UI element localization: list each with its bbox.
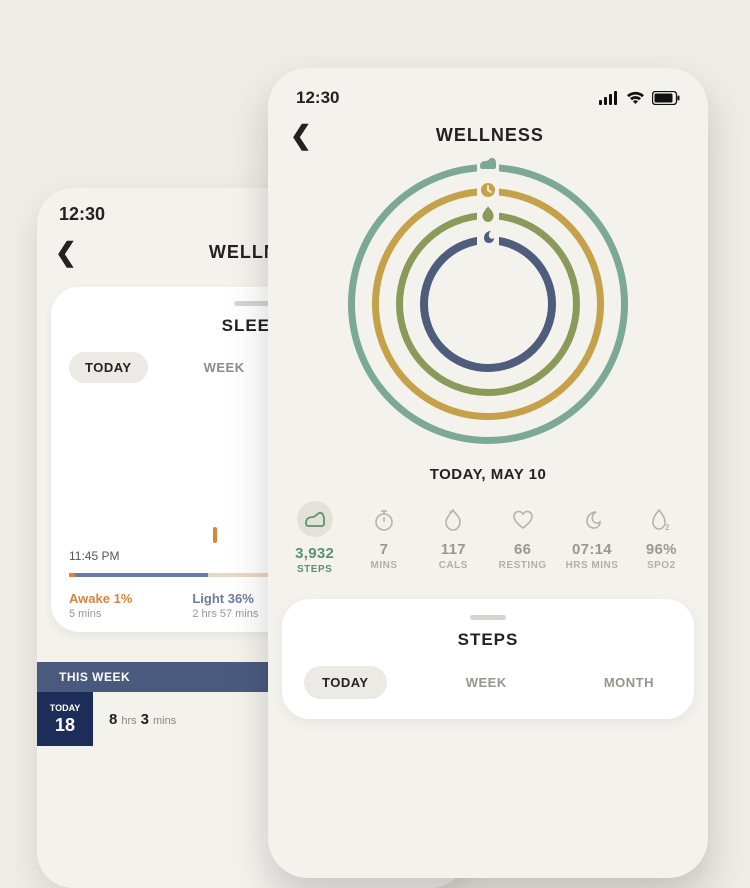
week-mins-unit: mins <box>149 715 180 727</box>
flame-icon <box>421 507 486 533</box>
legend-awake-duration: 5 mins <box>69 608 132 620</box>
heart-icon <box>490 507 555 533</box>
metrics-row: 3,932 STEPS 7 MINS 117 CALS 66 RESTING <box>268 483 708 585</box>
signal-icon <box>599 91 619 105</box>
metric-steps[interactable]: 3,932 STEPS <box>282 507 347 575</box>
metric-value: 66 <box>490 541 555 558</box>
shoe-icon <box>479 156 497 174</box>
tab-month[interactable]: MONTH <box>586 666 672 699</box>
drag-handle[interactable] <box>470 615 506 620</box>
back-button[interactable]: ❮ <box>290 122 312 148</box>
tab-today[interactable]: TODAY <box>304 666 387 699</box>
status-time: 12:30 <box>59 204 105 224</box>
metric-unit: SPO2 <box>629 560 694 571</box>
stopwatch-icon <box>351 507 416 533</box>
nav-bar: ❮ WELLNESS <box>268 116 708 158</box>
metric-spo2[interactable]: 2 96% SPO2 <box>629 507 694 575</box>
tab-week[interactable]: WEEK <box>448 666 525 699</box>
moon-icon <box>481 230 495 246</box>
legend-light-label: Light 36% <box>192 591 258 606</box>
steps-title: STEPS <box>304 630 672 650</box>
wellness-front-panel: 12:30 ❮ WELLNESS TODAY, MAY 10 <box>268 68 708 878</box>
clock-icon <box>480 182 496 200</box>
metric-resting[interactable]: 66 RESTING <box>490 507 555 575</box>
activity-rings <box>348 164 628 444</box>
drag-handle[interactable] <box>234 301 270 306</box>
metric-hrsmins[interactable]: 07:14 HRS MINS <box>559 507 624 575</box>
today-date-box[interactable]: TODAY 18 <box>37 692 93 746</box>
page-title: WELLNESS <box>312 125 668 146</box>
legend-awake-label: Awake 1% <box>69 591 132 606</box>
period-tabs: TODAY WEEK MONTH <box>304 666 672 699</box>
shoe-icon <box>297 501 333 537</box>
week-mins: 3 <box>141 711 149 728</box>
tab-today[interactable]: TODAY <box>69 352 148 383</box>
today-label: TODAY <box>50 703 81 713</box>
status-icons <box>599 91 680 105</box>
metric-value: 3,932 <box>282 545 347 562</box>
status-bar: 12:30 <box>268 68 708 116</box>
metric-unit: CALS <box>421 560 486 571</box>
ring-sleep <box>420 236 556 372</box>
steps-card: STEPS TODAY WEEK MONTH <box>282 599 694 719</box>
battery-icon <box>652 91 680 105</box>
legend-awake: Awake 1% 5 mins <box>69 591 132 620</box>
wifi-icon <box>626 91 645 105</box>
status-time: 12:30 <box>296 88 339 108</box>
moon-icon <box>559 507 624 533</box>
today-day-number: 18 <box>55 715 75 736</box>
metric-unit: STEPS <box>282 564 347 575</box>
metric-cals[interactable]: 117 CALS <box>421 507 486 575</box>
week-sleep-total: 8hrs3mins <box>93 711 180 728</box>
legend-light: Light 36% 2 hrs 57 mins <box>192 591 258 620</box>
metric-unit: MINS <box>351 560 416 571</box>
metric-value: 96% <box>629 541 694 558</box>
metric-value: 117 <box>421 541 486 558</box>
metric-value: 7 <box>351 541 416 558</box>
metric-mins[interactable]: 7 MINS <box>351 507 416 575</box>
svg-text:2: 2 <box>665 523 670 531</box>
tab-week[interactable]: WEEK <box>188 352 261 383</box>
week-hours-unit: hrs <box>117 715 140 727</box>
droplet-icon: 2 <box>629 507 694 533</box>
metric-unit: RESTING <box>490 560 555 571</box>
flame-icon <box>482 206 495 224</box>
legend-light-duration: 2 hrs 57 mins <box>192 608 258 620</box>
date-label: TODAY, MAY 10 <box>268 466 708 483</box>
metric-value: 07:14 <box>559 541 624 558</box>
awake-marker <box>213 527 217 543</box>
metric-unit: HRS MINS <box>559 560 624 571</box>
back-button[interactable]: ❮ <box>55 239 77 265</box>
